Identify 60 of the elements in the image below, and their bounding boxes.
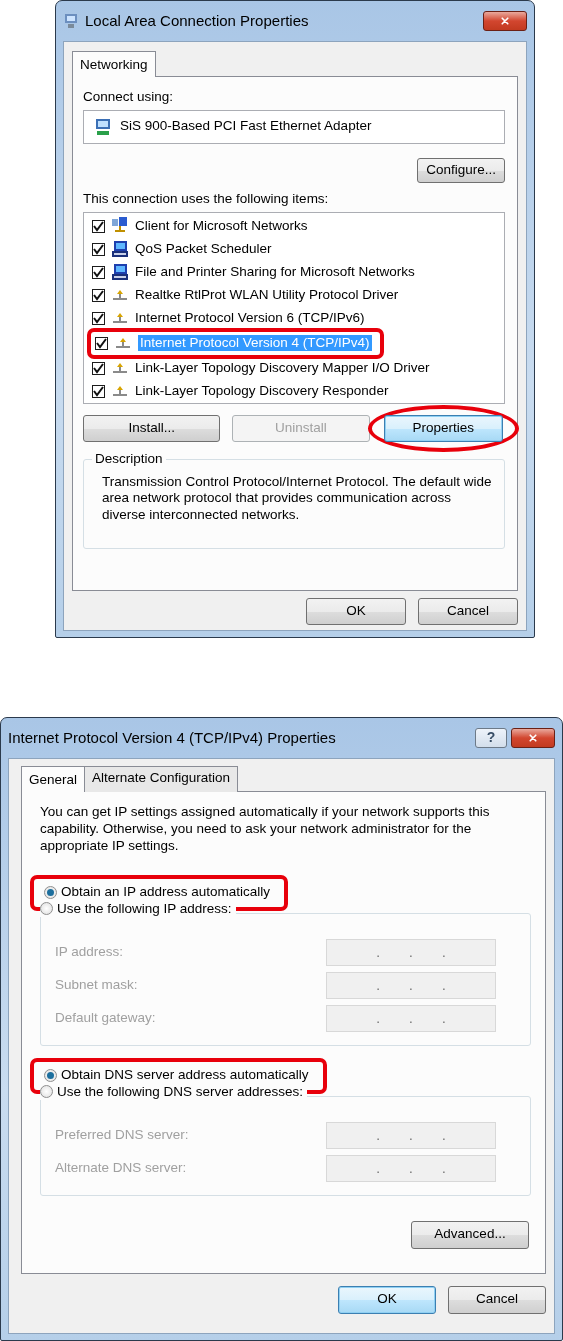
action-button[interactable]: Install... [83, 414, 221, 442]
network-client-icon [111, 217, 129, 235]
checkbox[interactable] [92, 219, 105, 233]
checkbox[interactable] [92, 265, 105, 279]
list-item[interactable]: Link-Layer Topology Discovery Responder [135, 382, 389, 400]
field-label: Alternate DNS server: [55, 1159, 187, 1177]
network-adapter-icon [94, 117, 112, 136]
field-label: Default gateway: [55, 1009, 156, 1027]
radio-button[interactable] [40, 1085, 53, 1099]
field-label: IP address: [55, 943, 124, 961]
list-item[interactable]: Realtke RtlProt WLAN Utility Protocol Driver [135, 286, 399, 304]
adapter-name: SiS 900-Based PCI Fast Ethernet Adapter [120, 118, 372, 136]
help-button[interactable]: ? [475, 728, 507, 748]
checkbox[interactable] [95, 336, 108, 350]
close-button[interactable] [483, 11, 527, 31]
description-text: Transmission Control Protocol/Internet Protocol. The default wide area network protocol that provides communication across diverse interconnected networks. [102, 473, 492, 525]
field-label: Connect using: [83, 88, 175, 106]
checkbox[interactable] [92, 288, 105, 302]
check-icon [93, 220, 104, 232]
list-item[interactable]: Internet Protocol Version 6 (TCP/IPv6) [135, 309, 365, 327]
list-item[interactable]: Link-Layer Topology Discovery Mapper I/O Driver [135, 359, 430, 377]
checkbox[interactable] [92, 311, 105, 325]
check-icon [93, 385, 104, 397]
field-label: Subnet mask: [55, 976, 138, 994]
check-icon [93, 266, 104, 278]
check-icon [96, 337, 107, 349]
advanced-button[interactable]: Advanced... [411, 1220, 529, 1249]
dialog-button[interactable]: Cancel [418, 597, 518, 625]
checkbox[interactable] [92, 384, 105, 398]
check-icon [93, 312, 104, 324]
list-item[interactable]: Client for Microsoft Networks [135, 217, 308, 235]
radio-button[interactable] [44, 1069, 57, 1082]
tab[interactable]: Networking [72, 51, 156, 77]
action-button[interactable]: Properties [383, 414, 503, 442]
window-title: Local Area Connection Properties [85, 11, 310, 31]
window-title: Internet Protocol Version 4 (TCP/IPv4) Properties [8, 728, 337, 748]
field-label: This connection uses the following items: [83, 190, 330, 208]
list-item[interactable]: QoS Packet Scheduler [135, 240, 272, 258]
radio-label[interactable]: Obtain DNS server address automatically [61, 1067, 309, 1084]
radio-button[interactable] [44, 886, 57, 899]
radio-button[interactable] [40, 902, 53, 916]
intro-text: You can get IP settings assigned automatically if your network supports this capability. Otherwise, you need to ask your network administrator for the appropriate IP settings. [40, 803, 491, 855]
dialog-button[interactable]: OK [306, 597, 406, 625]
radio-label[interactable]: Obtain an IP address automatically [61, 884, 271, 901]
dialog-button[interactable]: Cancel [448, 1285, 546, 1314]
tab[interactable]: General [21, 766, 86, 792]
check-icon [93, 243, 104, 255]
configure-button[interactable]: Configure... [417, 157, 505, 183]
close-button[interactable] [511, 728, 555, 748]
dialog-button[interactable]: OK [338, 1285, 436, 1314]
checkbox[interactable] [92, 361, 105, 375]
list-item[interactable]: File and Printer Sharing for Microsoft Networks [135, 263, 415, 281]
computer-icon [111, 263, 129, 281]
network-icon [63, 13, 79, 29]
computer-icon [111, 240, 129, 258]
field-label: Preferred DNS server: [55, 1126, 189, 1144]
tab[interactable]: Alternate Configuration [84, 766, 239, 792]
check-icon [93, 362, 104, 374]
check-icon [93, 289, 104, 301]
checkbox[interactable] [92, 242, 105, 256]
